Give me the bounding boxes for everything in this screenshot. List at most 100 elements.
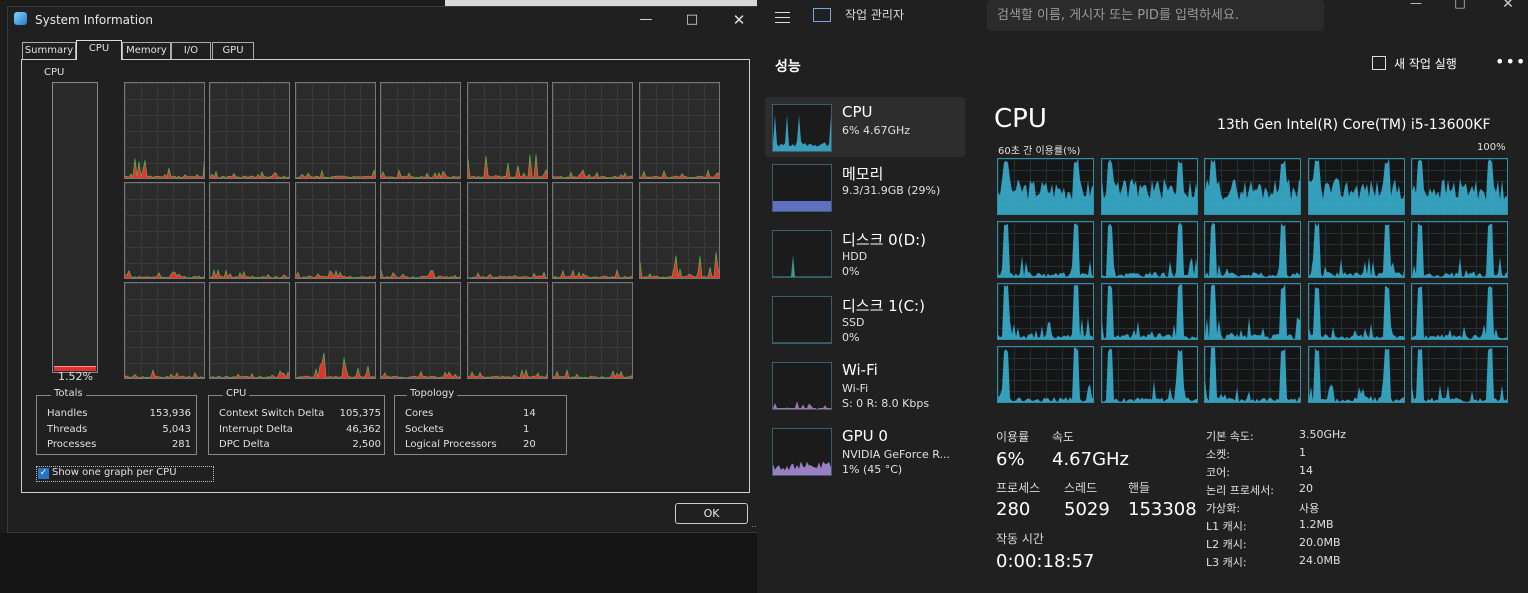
totals-group: Totals Handles 153,936 Threads 5,043 Pro… <box>36 388 197 455</box>
tab-cpu[interactable]: CPU <box>76 40 122 60</box>
sidebar-item-5[interactable]: GPU 0 NVIDIA GeForce R... 1% (45 °C) <box>765 421 965 481</box>
processes-value: 281 <box>171 439 191 450</box>
dpc-delta-label: DPC Delta <box>219 439 270 450</box>
cpu-graph-14 <box>124 282 205 379</box>
show-one-graph-checkbox[interactable]: ✓ Show one graph per CPU <box>36 466 214 482</box>
page-title: 성능 <box>775 59 801 75</box>
sidebar-item-1[interactable]: 메모리 9.3/31.9GB (29%) <box>765 157 965 217</box>
core-graph-11 <box>1100 283 1198 340</box>
spec-value: 3.50GHz <box>1299 428 1347 441</box>
usage-label: 이용률 <box>996 430 1030 444</box>
cpu-graph-label: CPU <box>44 67 65 78</box>
cpu-stats-row: Interrupt Delta 46,362 <box>219 424 381 435</box>
title-bar: System Information — □ ✕ <box>8 7 761 33</box>
tab-summary[interactable]: Summary <box>22 42 76 59</box>
search-input[interactable]: 검색할 이름, 게시자 또는 PID를 입력하세요. <box>987 0 1324 31</box>
context-switch-value: 105,375 <box>339 408 381 419</box>
sidebar-item-4[interactable]: Wi-Fi Wi-Fi S: 0 R: 8.0 Kbps <box>765 355 965 415</box>
core-graph-6 <box>1100 220 1198 278</box>
system-information-icon <box>14 12 27 25</box>
hamburger-menu-icon[interactable] <box>775 12 790 24</box>
run-new-task-label: 새 작업 실행 <box>1394 57 1457 71</box>
core-graph-7 <box>1204 220 1301 278</box>
sidebar-thumbnail <box>772 164 832 212</box>
cpu-graph-18 <box>467 282 548 379</box>
sockets-label: Sockets <box>405 424 444 435</box>
minimize-button[interactable]: — <box>623 7 669 33</box>
sidebar-item-detail: 9.3/31.9GB (29%) <box>842 184 941 197</box>
spec-label: 기본 속도: <box>1206 430 1254 443</box>
tab-gpu[interactable]: GPU <box>212 42 254 59</box>
processes-label: Processes <box>47 439 97 450</box>
cpu-graph-8 <box>209 182 290 279</box>
spec-label: 논리 프로세서: <box>1206 484 1274 497</box>
spec-label: 코어: <box>1206 466 1230 479</box>
sidebar-item-detail: NVIDIA GeForce R... <box>842 448 951 461</box>
sidebar-item-subdetail: S: 0 R: 8.0 Kbps <box>842 397 930 410</box>
run-new-task-button[interactable]: 새 작업 실행 <box>1372 55 1457 72</box>
desktop-background <box>0 533 760 593</box>
logical-processors-label: Logical Processors <box>405 439 497 450</box>
core-graph-3 <box>1307 158 1405 215</box>
sidebar-item-subdetail: 0% <box>842 331 860 344</box>
totals-row: Handles 153,936 <box>47 408 191 419</box>
spec-value: 24.0MB <box>1299 554 1341 567</box>
minimize-button[interactable]: — <box>1393 0 1439 16</box>
sidebar-thumbnail <box>772 296 832 344</box>
core-graph-5 <box>997 220 1094 278</box>
close-button[interactable]: ✕ <box>716 7 762 33</box>
totals-title: Totals <box>51 388 86 399</box>
graph-max-label: 100% <box>1477 142 1506 153</box>
sidebar-item-detail: SSD <box>842 316 865 329</box>
sidebar-item-0[interactable]: CPU 6% 4.67GHz <box>765 97 965 157</box>
maximize-button[interactable]: □ <box>1437 0 1483 16</box>
processes-label: 프로세스 <box>996 481 1041 495</box>
cpu-model-name: 13th Gen Intel(R) Core(TM) i5-13600KF <box>1217 117 1491 133</box>
sockets-value: 1 <box>523 424 530 435</box>
cores-value: 14 <box>523 408 536 419</box>
handles-value: 153,936 <box>149 408 191 419</box>
cpu-stats-row: DPC Delta 2,500 <box>219 439 381 450</box>
cpu-graph-15 <box>209 282 290 379</box>
cpu-stats-title: CPU <box>223 388 250 399</box>
sidebar-item-detail: Wi-Fi <box>842 382 869 395</box>
new-task-icon <box>1372 56 1386 70</box>
ok-button[interactable]: OK <box>675 503 748 524</box>
core-graph-18 <box>1307 345 1405 403</box>
topology-row: Cores 14 <box>405 408 536 419</box>
logical-processors-value: 20 <box>523 439 536 450</box>
sidebar-item-3[interactable]: 디스크 1(C:) SSD 0% <box>765 289 965 349</box>
uptime-value: 0:00:18:57 <box>996 551 1095 572</box>
interrupt-delta-value: 46,362 <box>346 424 381 435</box>
graph-label: 60초 간 이용률(%) <box>998 146 1081 157</box>
core-graph-0 <box>997 158 1094 215</box>
cpu-usage-percent: 1.52% <box>58 370 93 383</box>
core-graph-14 <box>1411 283 1508 340</box>
core-graph-13 <box>1307 283 1405 340</box>
more-options-icon[interactable]: ••• <box>1495 52 1526 71</box>
cpu-graph-1 <box>209 82 290 179</box>
spec-value: 1.2MB <box>1299 518 1334 531</box>
dpc-delta-value: 2,500 <box>352 439 381 450</box>
uptime-label: 작동 시간 <box>996 532 1044 546</box>
core-graph-1 <box>1100 158 1198 215</box>
processes-value: 280 <box>996 499 1031 520</box>
cpu-main-title: CPU <box>994 104 1047 134</box>
maximize-button[interactable]: □ <box>669 7 715 33</box>
topology-row: Logical Processors 20 <box>405 439 536 450</box>
title-bar: 작업 관리자 검색할 이름, 게시자 또는 PID를 입력하세요. — □ ✕ <box>757 0 1528 38</box>
tab-io[interactable]: I/O <box>171 42 211 59</box>
sidebar-item-2[interactable]: 디스크 0(D:) HDD 0% <box>765 223 965 283</box>
core-graph-15 <box>997 345 1094 403</box>
spec-value: 1 <box>1299 446 1306 459</box>
show-one-graph-label: Show one graph per CPU <box>52 467 177 478</box>
cpu-graph-17 <box>380 282 461 379</box>
cpu-graph-0 <box>124 82 205 179</box>
spec-label: L1 캐시: <box>1206 520 1247 533</box>
close-button[interactable]: ✕ <box>1485 0 1528 16</box>
core-graph-9 <box>1411 220 1508 278</box>
sidebar-thumbnail <box>772 104 832 152</box>
tab-memory[interactable]: Memory <box>122 42 171 59</box>
core-graph-12 <box>1204 283 1301 340</box>
checkmark-icon: ✓ <box>38 468 49 479</box>
